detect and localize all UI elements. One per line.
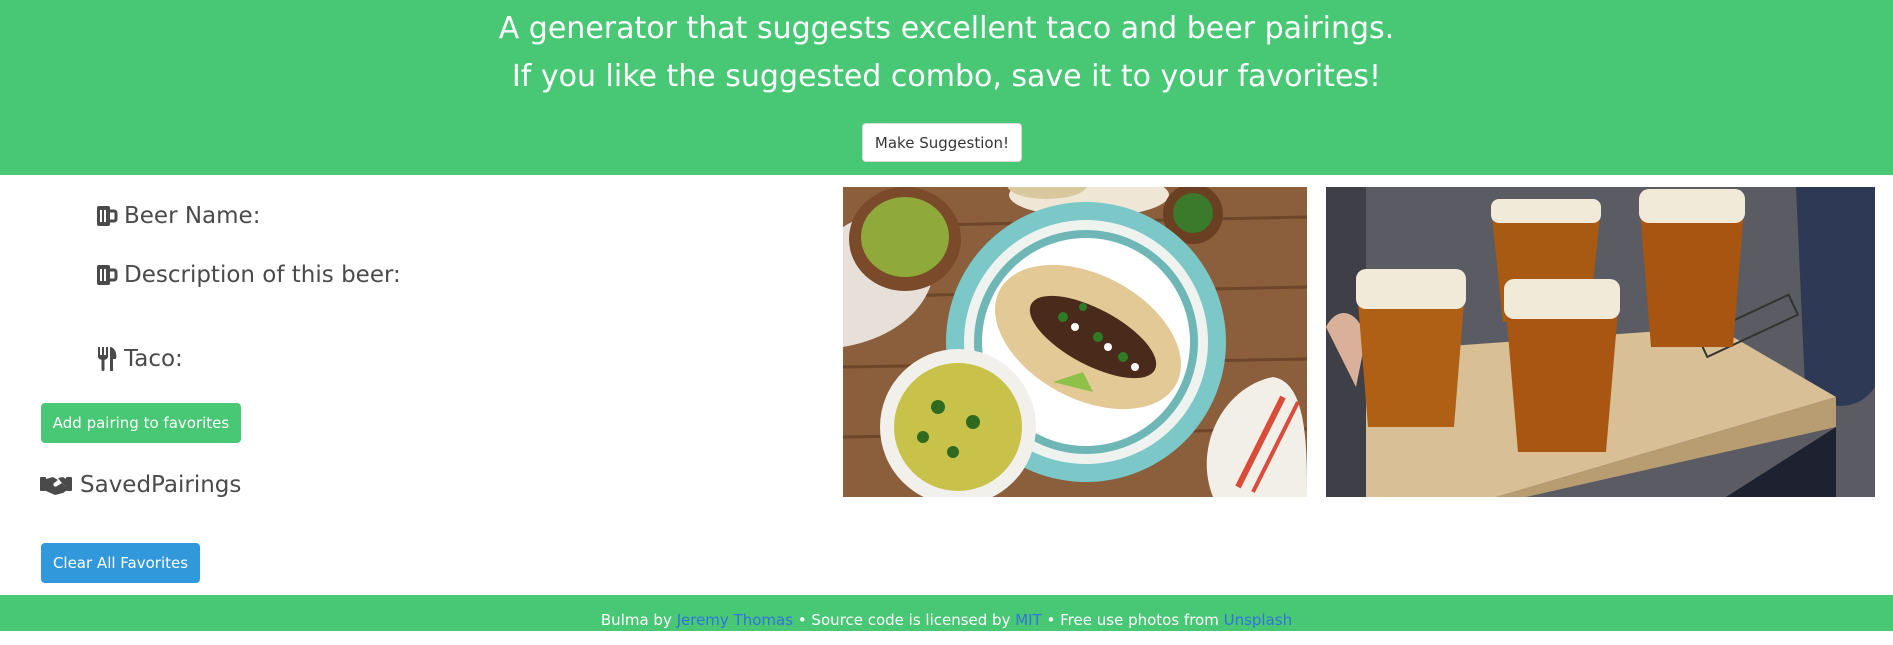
beer-name-row: Beer Name: bbox=[96, 203, 260, 229]
beer-name-label: Beer Name: bbox=[124, 203, 261, 229]
taco-row: Taco: bbox=[96, 346, 183, 372]
taco-photo bbox=[843, 187, 1307, 497]
beer-description-label: Description of this beer: bbox=[124, 262, 401, 288]
footer-mid: • Source code is licensed by bbox=[793, 611, 1016, 629]
saved-pairings-title: SavedPairings bbox=[80, 472, 242, 498]
beer-photo bbox=[1326, 187, 1875, 497]
beer-mug-icon bbox=[97, 206, 118, 226]
clear-favorites-button[interactable]: Clear All Favorites bbox=[41, 543, 200, 583]
footer-author-link[interactable]: Jeremy Thomas bbox=[677, 611, 793, 629]
hero-banner: A generator that suggests excellent taco… bbox=[0, 0, 1893, 175]
taco-plate-illustration bbox=[843, 187, 1307, 497]
hero-title: A generator that suggests excellent taco… bbox=[498, 11, 1395, 46]
beer-mug-icon bbox=[97, 265, 118, 285]
make-suggestion-button[interactable]: Make Suggestion! bbox=[862, 123, 1022, 162]
add-to-favorites-button[interactable]: Add pairing to favorites bbox=[41, 403, 241, 443]
footer-license-link[interactable]: MIT bbox=[1015, 611, 1042, 629]
footer-mid2: • Free use photos from bbox=[1041, 611, 1224, 629]
footer-photos-link[interactable]: Unsplash bbox=[1224, 611, 1293, 629]
beer-flight-illustration bbox=[1326, 187, 1875, 497]
footer: Bulma by Jeremy Thomas • Source code is … bbox=[0, 595, 1893, 631]
utensils-icon bbox=[98, 347, 117, 371]
taco-label: Taco: bbox=[124, 346, 183, 372]
beer-description-row: Description of this beer: bbox=[96, 262, 401, 288]
handshake-icon bbox=[40, 477, 72, 495]
hero-subtitle: If you like the suggested combo, save it… bbox=[511, 59, 1382, 94]
footer-prefix: Bulma by bbox=[600, 611, 677, 629]
saved-pairings-heading: SavedPairings bbox=[40, 472, 241, 498]
